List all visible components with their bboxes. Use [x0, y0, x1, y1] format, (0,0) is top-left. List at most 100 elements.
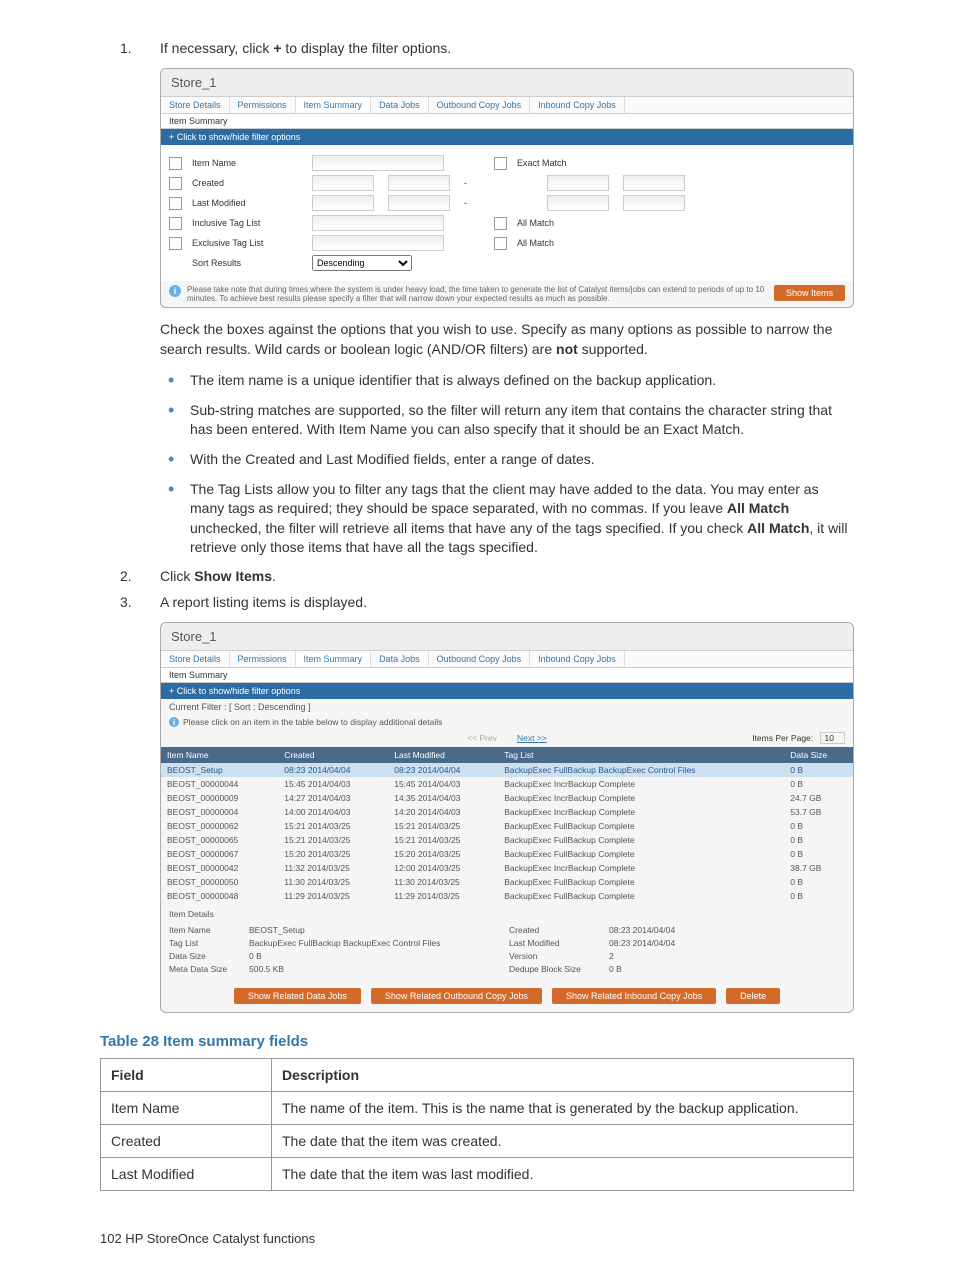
- filter-screenshot: Store_1 Store DetailsPermissionsItem Sum…: [160, 68, 854, 308]
- exclusive-label: Exclusive Tag List: [192, 238, 302, 248]
- bullet-taglists: The Tag Lists allow you to filter any ta…: [190, 480, 854, 558]
- tab-store-details[interactable]: Store Details: [161, 97, 230, 113]
- item-details: Item Details Item Name BEOST_Setup Creat…: [161, 903, 853, 980]
- tab-outbound-copy-jobs[interactable]: Outbound Copy Jobs: [429, 651, 531, 667]
- tab-item-summary[interactable]: Item Summary: [296, 97, 372, 113]
- items-per-page: Items Per Page: 10: [752, 733, 845, 743]
- inclusive-checkbox[interactable]: [169, 217, 182, 230]
- ipp-value[interactable]: 10: [820, 732, 845, 744]
- inclusive-allmatch-checkbox[interactable]: [494, 217, 507, 230]
- col-tag-list: Tag List: [498, 747, 784, 763]
- next-link[interactable]: Next >>: [517, 733, 547, 743]
- tab-permissions[interactable]: Permissions: [230, 651, 296, 667]
- item-details-header: Item Details: [169, 909, 845, 919]
- table-row[interactable]: BEOST_0000004811:29 2014/03/2511:29 2014…: [161, 889, 853, 903]
- item-name-checkbox[interactable]: [169, 157, 182, 170]
- step-number: 1.: [120, 40, 132, 56]
- table-row[interactable]: BEOST_0000005011:30 2014/03/2511:30 2014…: [161, 875, 853, 889]
- d-lm-l: Last Modified: [509, 938, 609, 948]
- table-row[interactable]: BEOST_0000004211:32 2014/03/2512:00 2014…: [161, 861, 853, 875]
- table-row[interactable]: BEOST_0000004415:45 2014/04/0315:45 2014…: [161, 777, 853, 791]
- step-2: 2. Click Show Items.: [100, 568, 854, 584]
- lastmod-from-time[interactable]: [388, 195, 450, 211]
- table-row[interactable]: BEOST_0000000414:00 2014/04/0314:20 2014…: [161, 805, 853, 819]
- filter-toggle-2[interactable]: + Click to show/hide filter options: [161, 683, 853, 699]
- item-name-label: Item Name: [192, 158, 302, 168]
- created-checkbox[interactable]: [169, 177, 182, 190]
- prev-link: << Prev: [467, 733, 497, 743]
- d-itemname-v: BEOST_Setup: [249, 925, 509, 935]
- action-show-related-data-jobs[interactable]: Show Related Data Jobs: [234, 988, 361, 1004]
- d-mds-v: 500.5 KB: [249, 964, 509, 974]
- table-row: CreatedThe date that the item was create…: [101, 1125, 854, 1158]
- d-ds-l: Data Size: [169, 951, 249, 961]
- col-data-size: Data Size: [784, 747, 853, 763]
- table-28-title: Table 28 Item summary fields: [100, 1033, 854, 1050]
- lastmod-checkbox[interactable]: [169, 197, 182, 210]
- tab-bar: Store DetailsPermissionsItem SummaryData…: [161, 97, 853, 114]
- sort-select[interactable]: Descending: [312, 255, 412, 271]
- bullet-dates: With the Created and Last Modified field…: [190, 450, 854, 470]
- exclusive-checkbox[interactable]: [169, 237, 182, 250]
- tab-bar-2: Store DetailsPermissionsItem SummaryData…: [161, 651, 853, 668]
- action-show-related-outbound-copy-jobs[interactable]: Show Related Outbound Copy Jobs: [371, 988, 542, 1004]
- filter-toggle[interactable]: + Click to show/hide filter options: [161, 129, 853, 145]
- bullet-list: The item name is a unique identifier tha…: [160, 371, 854, 558]
- tab-inbound-copy-jobs[interactable]: Inbound Copy Jobs: [530, 97, 625, 113]
- col-last-modified: Last Modified: [388, 747, 498, 763]
- action-show-related-inbound-copy-jobs[interactable]: Show Related Inbound Copy Jobs: [552, 988, 716, 1004]
- step-3: 3. A report listing items is displayed. …: [100, 594, 854, 1014]
- page-footer: 102 HP StoreOnce Catalyst functions: [100, 1231, 854, 1246]
- d-created-l: Created: [509, 925, 609, 935]
- exact-match-label: Exact Match: [517, 158, 567, 168]
- exclusive-allmatch-label: All Match: [517, 238, 554, 248]
- d-tag-l: Tag List: [169, 938, 249, 948]
- col-created: Created: [278, 747, 388, 763]
- created-from[interactable]: [312, 175, 374, 191]
- para-check-boxes: Check the boxes against the options that…: [160, 320, 854, 359]
- created-to[interactable]: [547, 175, 609, 191]
- table-row: Last ModifiedThe date that the item was …: [101, 1158, 854, 1191]
- tab-item-summary[interactable]: Item Summary: [296, 651, 372, 667]
- show-items-button[interactable]: Show Items: [774, 285, 845, 301]
- d-dbs-l: Dedupe Block Size: [509, 964, 609, 974]
- action-delete[interactable]: Delete: [726, 988, 780, 1004]
- table-row[interactable]: BEOST_0000006715:20 2014/03/2515:20 2014…: [161, 847, 853, 861]
- tab-store-details[interactable]: Store Details: [161, 651, 230, 667]
- tab-inbound-copy-jobs[interactable]: Inbound Copy Jobs: [530, 651, 625, 667]
- inclusive-label: Inclusive Tag List: [192, 218, 302, 228]
- table-row[interactable]: BEOST_Setup08:23 2014/04/0408:23 2014/04…: [161, 763, 853, 777]
- exclusive-input[interactable]: [312, 235, 444, 251]
- th-desc: Description: [272, 1059, 854, 1092]
- tab-data-jobs[interactable]: Data Jobs: [371, 651, 429, 667]
- exclusive-allmatch-checkbox[interactable]: [494, 237, 507, 250]
- lastmod-to[interactable]: [547, 195, 609, 211]
- report-screenshot: Store_1 Store DetailsPermissionsItem Sum…: [160, 622, 854, 1014]
- inclusive-allmatch-label: All Match: [517, 218, 554, 228]
- tab-data-jobs[interactable]: Data Jobs: [371, 97, 429, 113]
- d-ver-l: Version: [509, 951, 609, 961]
- exact-match-checkbox[interactable]: [494, 157, 507, 170]
- table-row[interactable]: BEOST_0000006215:21 2014/03/2515:21 2014…: [161, 819, 853, 833]
- table-row[interactable]: BEOST_0000006515:21 2014/03/2515:21 2014…: [161, 833, 853, 847]
- inclusive-input[interactable]: [312, 215, 444, 231]
- filter-note-row: i Please take note that during times whe…: [161, 281, 853, 307]
- step1-text: If necessary, click + to display the fil…: [160, 40, 451, 56]
- d-tag-v: BackupExec FullBackup BackupExec Control…: [249, 938, 509, 948]
- info-icon: i: [169, 285, 181, 297]
- item-name-input[interactable]: [312, 155, 444, 171]
- lastmod-to-time[interactable]: [623, 195, 685, 211]
- d-dbs-v: 0 B: [609, 964, 729, 974]
- current-filter: Current Filter : [ Sort : Descending ]: [161, 699, 853, 715]
- tab-permissions[interactable]: Permissions: [230, 97, 296, 113]
- lastmod-from[interactable]: [312, 195, 374, 211]
- table-row[interactable]: BEOST_0000000914:27 2014/04/0314:35 2014…: [161, 791, 853, 805]
- filter-note: Please take note that during times where…: [187, 285, 768, 303]
- created-label: Created: [192, 178, 302, 188]
- sort-label: Sort Results: [192, 258, 302, 268]
- tab-outbound-copy-jobs[interactable]: Outbound Copy Jobs: [429, 97, 531, 113]
- filter-body: Item Name Exact Match Created -: [161, 145, 853, 281]
- created-to-time[interactable]: [623, 175, 685, 191]
- created-from-time[interactable]: [388, 175, 450, 191]
- store-title-2: Store_1: [161, 623, 853, 651]
